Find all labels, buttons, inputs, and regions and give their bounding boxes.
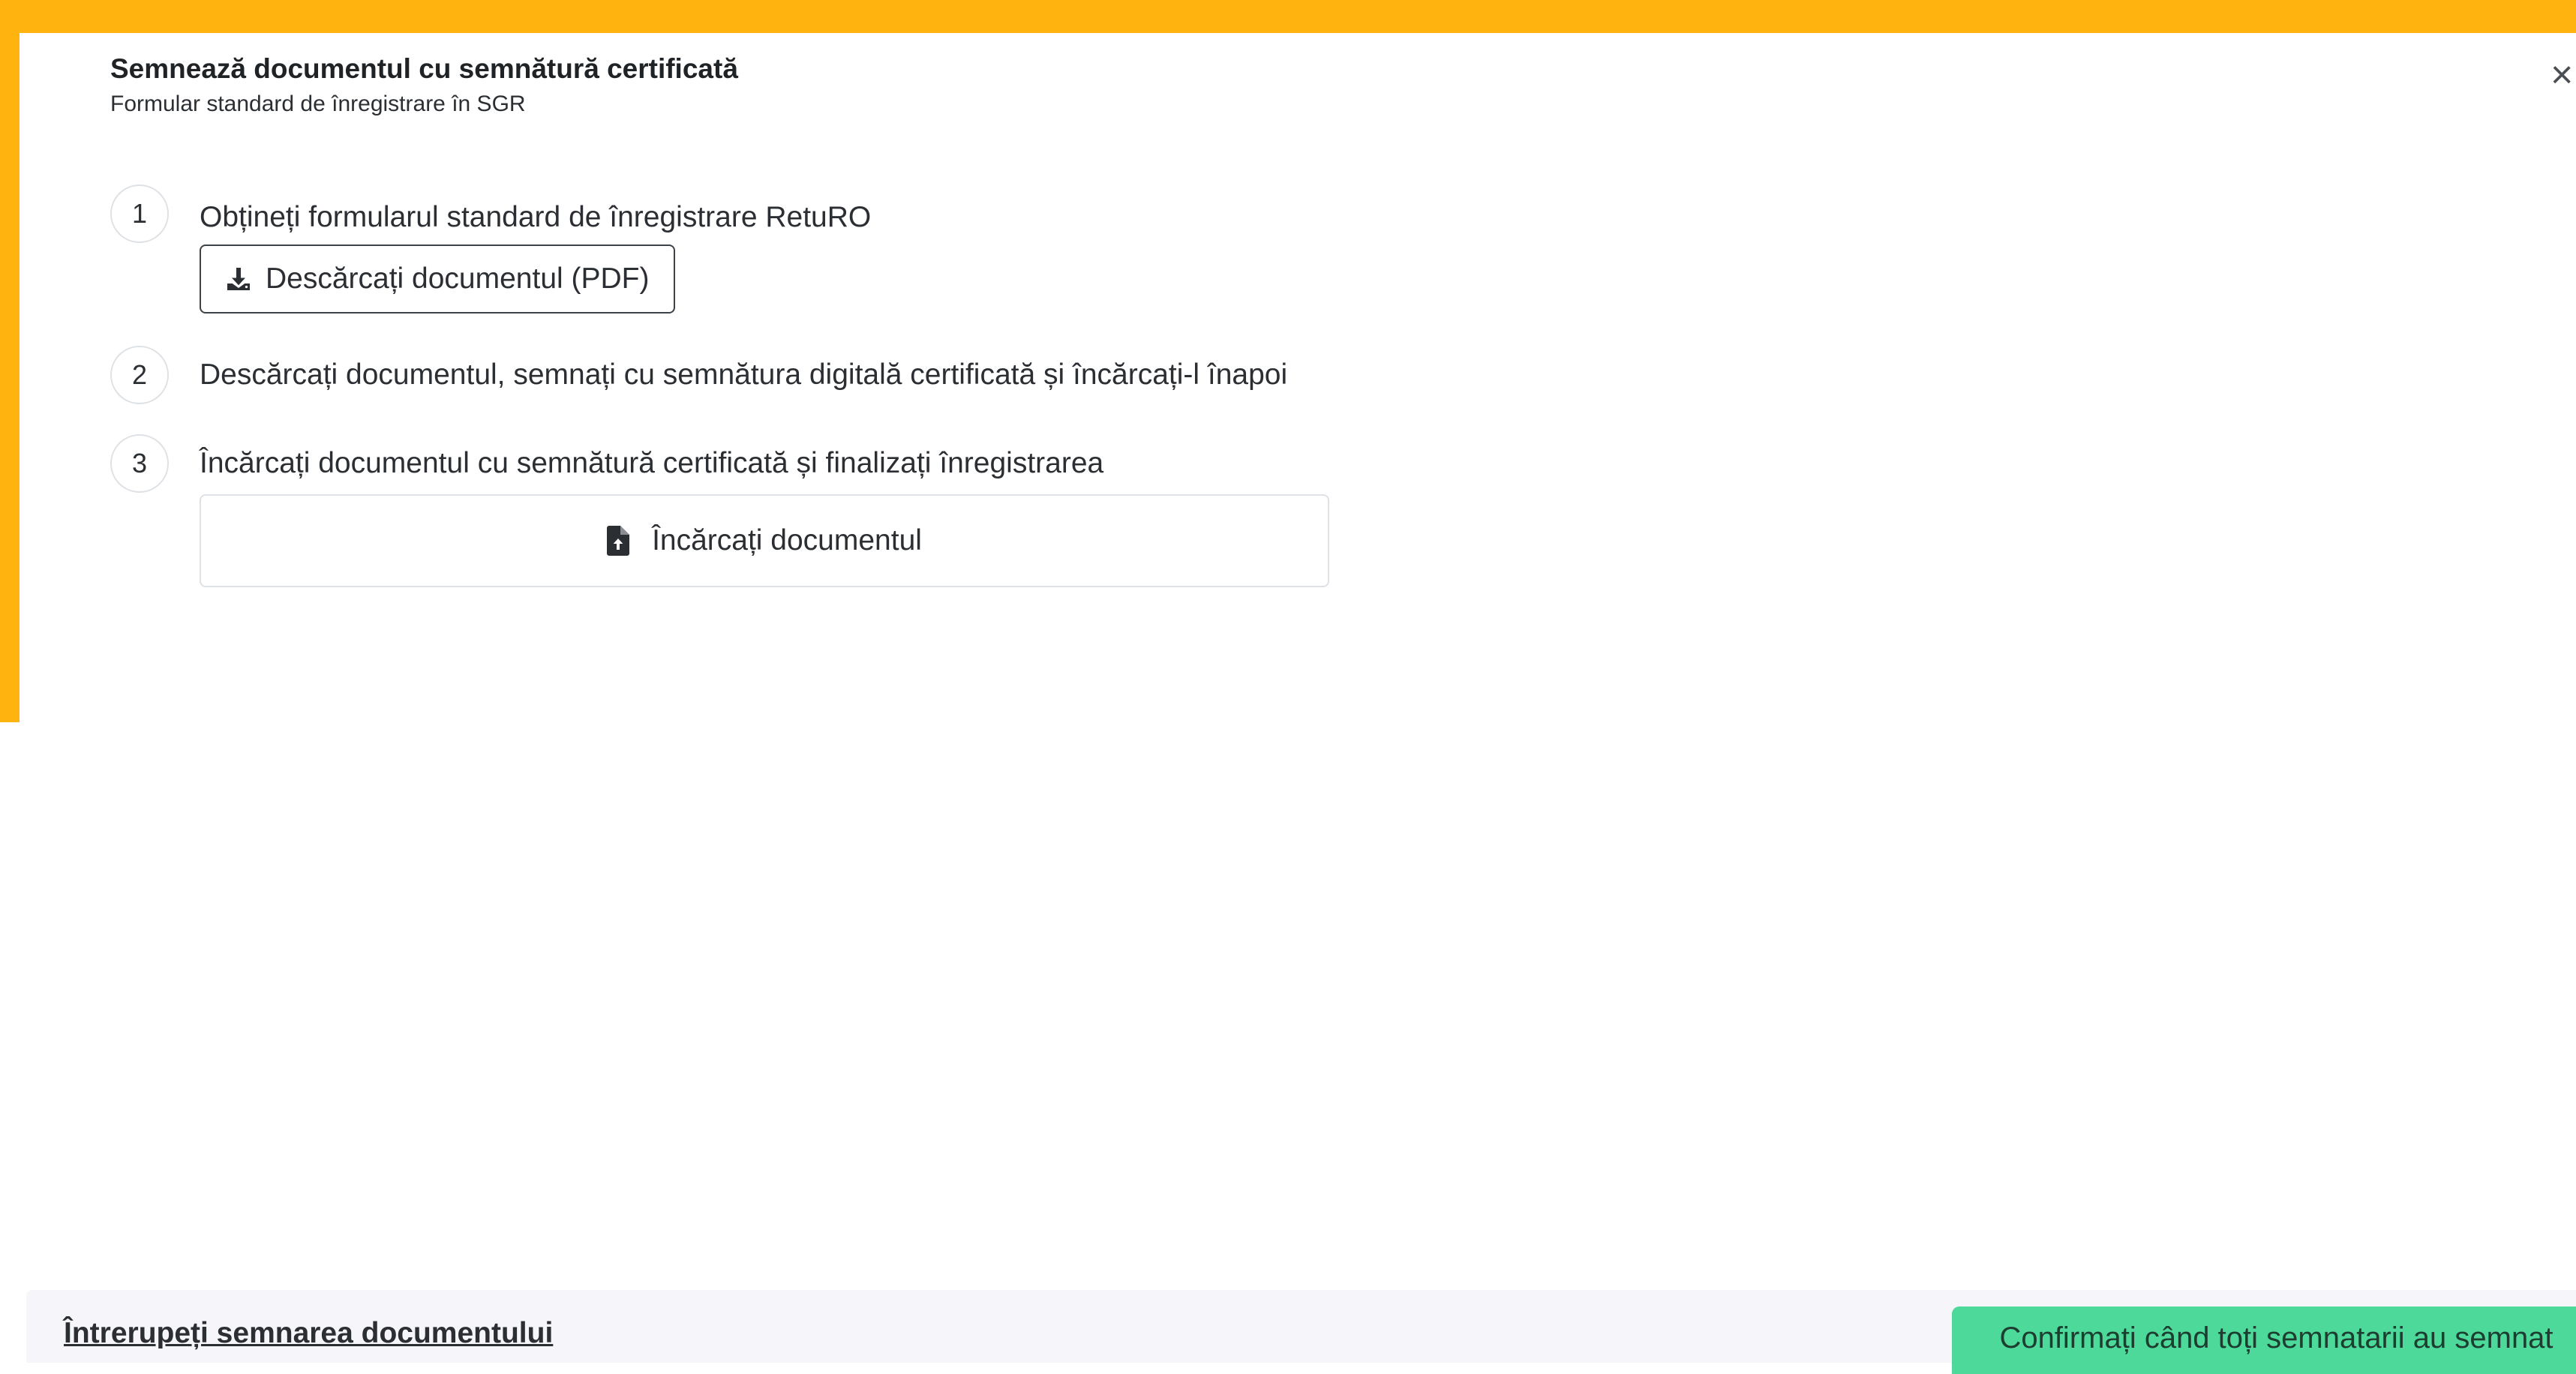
top-accent-bar <box>0 0 2576 33</box>
step-number-badge: 3 <box>110 434 169 493</box>
dialog-header: Semnează documentul cu semnătură certifi… <box>110 52 738 118</box>
download-document-button[interactable]: Descărcați documentul (PDF) <box>200 244 675 314</box>
dialog-footer: Întrerupeți semnarea documentului Confir… <box>26 1290 2576 1374</box>
close-icon: × <box>2550 58 2574 92</box>
sign-document-dialog: Semnează documentul cu semnătură certifi… <box>20 33 2576 1363</box>
step-text: Descărcați documentul, semnați cu semnăt… <box>200 358 1288 391</box>
dialog-title: Semnează documentul cu semnătură certifi… <box>110 53 738 84</box>
step-number-badge: 2 <box>110 346 169 404</box>
close-button[interactable]: × <box>2550 58 2576 92</box>
download-icon <box>227 268 250 290</box>
upload-button-label: Încărcați documentul <box>652 524 922 556</box>
abort-signing-link[interactable]: Întrerupeți semnarea documentului <box>64 1317 553 1350</box>
file-upload-icon <box>607 526 630 556</box>
step-number-badge: 1 <box>110 184 169 243</box>
dialog-subtitle: Formular standard de înregistrare în SGR <box>110 92 526 116</box>
step-text: Obțineți formularul standard de înregist… <box>200 201 872 233</box>
download-button-label: Descărcați documentul (PDF) <box>266 262 650 295</box>
left-accent-bar <box>0 0 20 722</box>
upload-document-button[interactable]: Încărcați documentul <box>200 494 1329 587</box>
confirm-all-signed-button[interactable]: Confirmați când toți semnatarii au semna… <box>1952 1306 2576 1374</box>
step-text: Încărcați documentul cu semnătură certif… <box>200 447 1104 479</box>
